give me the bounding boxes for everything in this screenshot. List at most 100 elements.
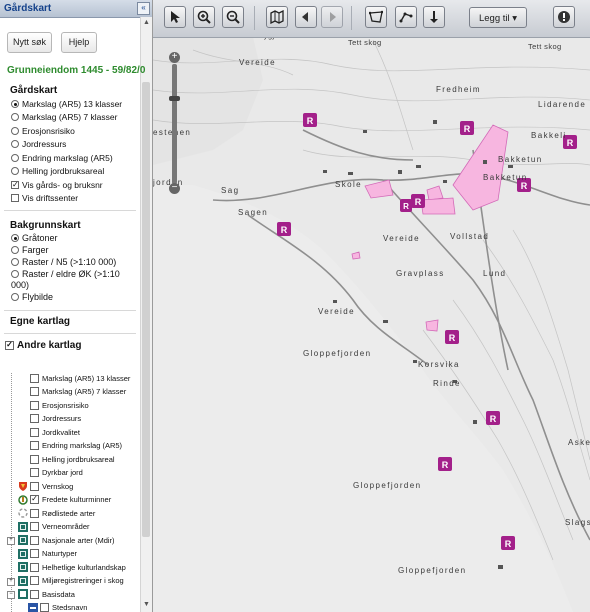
layer-item[interactable]: Markslag (AR5) 13 klasser (18, 373, 130, 383)
checkbox[interactable] (30, 481, 39, 491)
layer-item[interactable]: Helling jordbruksareal (18, 454, 115, 464)
checkbox[interactable] (30, 562, 39, 572)
layer-item[interactable]: Verneområder (18, 521, 90, 532)
radio-button[interactable] (11, 293, 19, 301)
checkbox[interactable] (30, 373, 39, 383)
andre-kartlag-toggle[interactable]: ✓ Andre kartlag (5, 340, 81, 351)
checkbox[interactable] (30, 400, 39, 410)
layer-item[interactable]: Jordressurs (18, 414, 81, 424)
layer-item[interactable]: ✓ Fredete kulturminner (18, 495, 111, 505)
zoom-track[interactable] (172, 64, 177, 184)
radio-button[interactable] (11, 113, 19, 121)
radio-helling[interactable]: Helling jordbruksareal (11, 166, 104, 176)
checkbox[interactable]: ✓ (11, 181, 19, 189)
layer-item[interactable]: Markslag (AR5) 7 klasser (18, 387, 126, 397)
layer-item[interactable]: Stedsnavn (28, 602, 87, 612)
checkbox[interactable]: ✓ (30, 495, 39, 504)
check-vis-gardsnr[interactable]: ✓ Vis gårds- og bruksnr (11, 180, 103, 190)
basisdata-icon (18, 589, 28, 599)
position-icon[interactable] (423, 6, 445, 28)
layer-item[interactable]: Naturtyper (18, 548, 77, 559)
layer-item[interactable]: Vernskog (18, 481, 73, 491)
checkbox[interactable] (30, 535, 39, 545)
radio-flybilde[interactable]: Flybilde (11, 292, 53, 302)
back-icon[interactable] (295, 6, 317, 28)
checkbox[interactable] (30, 549, 39, 558)
layer-item[interactable]: Dyrkbar jord (18, 468, 83, 478)
new-search-button[interactable]: Nytt søk (7, 32, 52, 53)
scrollbar-thumb[interactable] (142, 82, 150, 537)
layer-item[interactable]: Jordkvalitet (18, 427, 80, 437)
radio-farger[interactable]: Farger (11, 245, 49, 255)
collapse-panel-button[interactable]: « (137, 2, 150, 15)
scroll-up-icon[interactable]: ▲ (142, 19, 151, 28)
radio-button[interactable] (11, 258, 19, 266)
measure-line-icon[interactable] (395, 6, 417, 28)
egne-kartlag-heading[interactable]: Egne kartlag (10, 316, 70, 327)
panel-scrollbar[interactable]: ▲ ▼ (140, 17, 152, 612)
add-button[interactable]: Legg til ▾ (469, 7, 527, 28)
checkbox[interactable] (30, 576, 39, 585)
layer-item[interactable]: Erosjonsrisiko (18, 400, 89, 410)
zoom-out-icon[interactable] (222, 6, 244, 28)
zoom-handle[interactable] (169, 96, 180, 101)
layer-item[interactable]: Rødlistede arter (18, 508, 95, 518)
radio-endring-markslag[interactable]: Endring markslag (AR5) (11, 153, 113, 163)
heritage-marker: R (411, 194, 425, 208)
radio-raster-ok[interactable]: Raster / eldre ØK (>1:10 (11, 269, 120, 279)
radio-gratoner[interactable]: Gråtoner (11, 233, 58, 243)
checkbox[interactable] (30, 414, 39, 423)
radio-jordressurs[interactable]: Jordressurs (11, 139, 66, 149)
checkbox[interactable] (30, 427, 39, 437)
radio-markslag-7[interactable]: Markslag (AR5) 7 klasser (11, 112, 117, 122)
layer-item[interactable]: Nasjonale arter (Mdir) (18, 535, 115, 545)
radio-markslag-13[interactable]: Markslag (AR5) 13 klasser (11, 99, 122, 109)
layer-label: Jordkvalitet (42, 427, 80, 437)
checkbox[interactable] (40, 603, 49, 612)
layer-item[interactable]: Basisdata (18, 589, 75, 599)
checkbox[interactable] (30, 508, 39, 518)
scroll-down-icon[interactable]: ▼ (142, 601, 151, 610)
radio-button[interactable] (11, 100, 19, 108)
expand-node-icon[interactable]: + (7, 537, 15, 545)
panel-titlebar: Gårdskart « (0, 0, 152, 18)
layer-item[interactable]: Helhetlige kulturlandskap (18, 562, 126, 572)
checkbox[interactable] (30, 441, 39, 450)
radio-button[interactable] (11, 246, 19, 254)
help-button[interactable]: Hjelp (61, 32, 97, 53)
place-name-icon (28, 602, 38, 612)
checkbox[interactable] (11, 194, 19, 202)
check-vis-driftssenter[interactable]: Vis driftssenter (11, 193, 78, 203)
map-label: Gloppefjorden (398, 566, 467, 575)
map-canvas[interactable]: R R R R R R R R R R R (153, 0, 590, 612)
zoom-out-small-icon[interactable]: − (169, 183, 180, 194)
radio-button[interactable] (11, 140, 19, 148)
expand-node-icon[interactable]: + (7, 577, 15, 586)
checkbox[interactable]: ✓ (5, 341, 14, 350)
checkbox[interactable] (30, 387, 39, 396)
radio-erosjonsrisiko[interactable]: Erosjonsrisiko (11, 126, 75, 136)
zoom-in-small-icon[interactable]: + (169, 52, 180, 63)
radio-button[interactable] (11, 154, 19, 162)
checkbox[interactable] (30, 454, 39, 464)
forward-icon[interactable] (321, 6, 343, 28)
radio-button[interactable] (11, 167, 19, 175)
zoom-in-icon[interactable] (193, 6, 215, 28)
info-icon[interactable] (553, 6, 575, 28)
layer-item[interactable]: Endring markslag (AR5) (18, 441, 122, 451)
radio-button[interactable] (11, 127, 19, 135)
radio-button[interactable] (11, 270, 19, 278)
checkbox[interactable] (30, 589, 39, 599)
radio-raster-n5[interactable]: Raster / N5 (>1:10 000) (11, 257, 116, 267)
collapse-node-icon[interactable]: − (7, 591, 15, 599)
option-label: Raster / eldre ØK (>1:10 (22, 269, 120, 279)
layer-item[interactable]: Miljøregistreringer i skog (18, 575, 124, 586)
map-overview-icon[interactable] (266, 6, 288, 28)
checkbox[interactable] (30, 468, 39, 477)
map-view[interactable]: R R R R R R R R R R R Nygjerdet Tett sko… (153, 0, 590, 612)
select-arrow-icon[interactable] (164, 6, 186, 28)
radio-button[interactable] (11, 234, 19, 242)
option-label: Flybilde (22, 292, 54, 302)
checkbox[interactable] (30, 522, 39, 531)
measure-area-icon[interactable] (365, 6, 387, 28)
